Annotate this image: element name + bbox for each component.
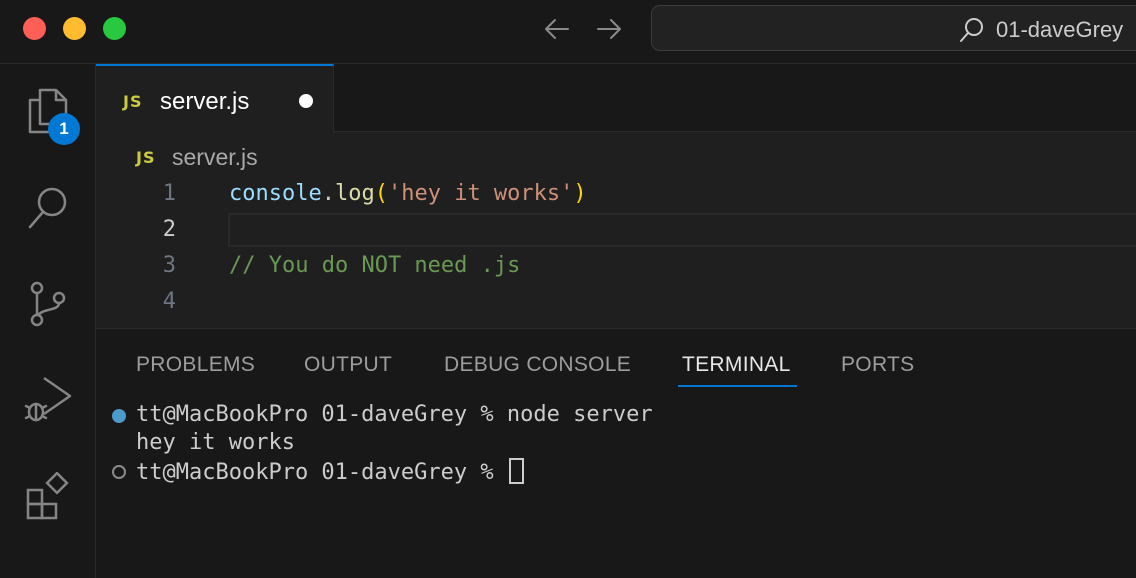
search-icon [960, 18, 983, 42]
run-and-debug-icon[interactable] [22, 372, 74, 424]
js-file-icon: JS [123, 92, 143, 111]
zoom-window-button[interactable] [103, 17, 126, 40]
editor-tab-bar: JS server.js [96, 64, 1136, 133]
tab-label: server.js [160, 88, 250, 115]
line-number: 3 [162, 253, 176, 278]
tab-debug-console[interactable]: DEBUG CONSOLE [444, 353, 631, 377]
command-center-search[interactable]: 01-daveGrey [651, 5, 1136, 51]
search-icon[interactable] [22, 182, 74, 234]
close-window-button[interactable] [23, 17, 46, 40]
activity-bar: 1 [0, 64, 96, 578]
terminal-output-line: hey it works [136, 430, 295, 455]
tab-ports[interactable]: PORTS [841, 353, 914, 377]
terminal-line: tt@MacBookPro 01-daveGrey % node server [136, 402, 653, 427]
back-arrow-icon[interactable] [542, 14, 572, 44]
command-success-dot-icon[interactable] [112, 409, 126, 423]
tab-problems[interactable]: PROBLEMS [136, 353, 255, 377]
explorer-badge: 1 [48, 113, 80, 145]
line-number: 2 [162, 217, 176, 242]
js-file-icon: JS [136, 148, 156, 167]
code-line: 4 [96, 284, 1136, 320]
command-pending-dot-icon[interactable] [112, 465, 126, 479]
current-line-highlight [228, 213, 1136, 247]
code-editor[interactable]: 1 console.log('hey it works') 2 3 // You… [96, 176, 1136, 328]
unsaved-dot-icon[interactable] [299, 94, 313, 108]
active-tab-indicator [678, 385, 797, 387]
terminal-prompt-line[interactable]: tt@MacBookPro 01-daveGrey % [136, 458, 524, 485]
breadcrumb-file[interactable]: server.js [172, 144, 258, 171]
extensions-icon[interactable] [22, 472, 74, 524]
line-number: 4 [162, 289, 176, 314]
title-bar: 01-daveGrey [0, 0, 1136, 64]
code-line: 1 console.log('hey it works') [96, 176, 1136, 212]
tab-terminal[interactable]: TERMINAL [682, 353, 791, 377]
tab-output[interactable]: OUTPUT [304, 353, 392, 377]
tab-server-js[interactable]: JS server.js [96, 64, 334, 133]
code-line-current: 2 [96, 212, 1136, 248]
source-control-icon[interactable] [22, 278, 74, 330]
code-comment: // You do NOT need .js [229, 253, 521, 278]
code-text: console.log('hey it works') [229, 181, 587, 206]
bottom-panel: PROBLEMS OUTPUT DEBUG CONSOLE TERMINAL P… [96, 328, 1136, 578]
minimize-window-button[interactable] [63, 17, 86, 40]
terminal-cursor [508, 458, 524, 484]
search-text: 01-daveGrey [996, 17, 1124, 42]
code-line: 3 // You do NOT need .js [96, 248, 1136, 284]
terminal-prompt: tt@MacBookPro 01-daveGrey % [136, 460, 507, 485]
line-number: 1 [162, 181, 176, 206]
forward-arrow-icon[interactable] [594, 14, 624, 44]
